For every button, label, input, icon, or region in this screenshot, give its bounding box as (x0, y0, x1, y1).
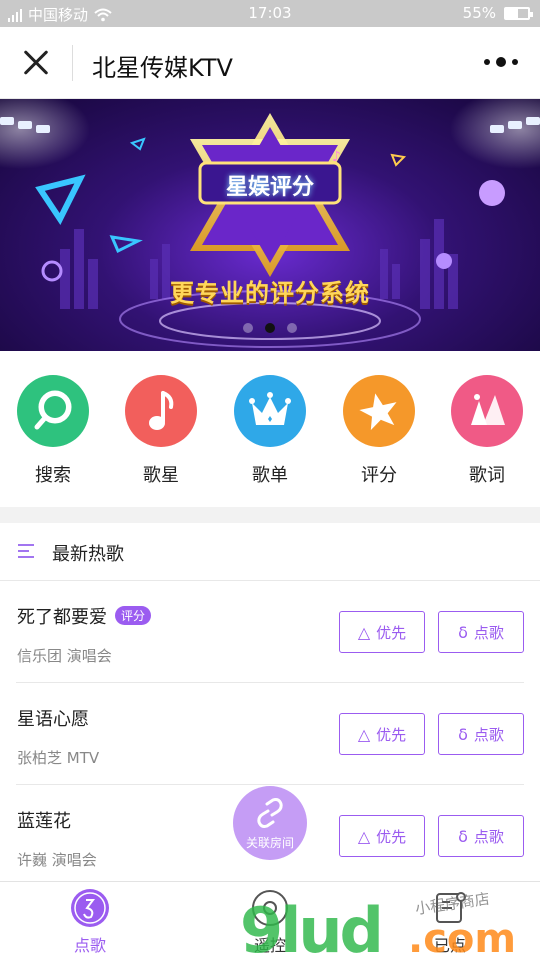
priority-icon: △ (357, 724, 371, 744)
navigation-header: 北星传媒KTV (0, 27, 540, 99)
banner-subtitle: 更专业的评分系统 (170, 279, 370, 307)
priority-button[interactable]: △ 优先 (339, 713, 425, 755)
quick-label-playlist: 歌单 (252, 465, 288, 486)
banner-pagination (0, 323, 540, 333)
watermark: 9lud .com 小程序商店 (238, 888, 538, 960)
svg-text:.com: .com (408, 916, 516, 960)
order-song-button[interactable]: δ 点歌 (438, 611, 524, 653)
tab-order-label: 点歌 (73, 936, 106, 955)
app-screen: 中国移动 17:03 55% 北星传媒KTV ♪ 星娱评分 更专业的评分系统 搜… (0, 0, 540, 960)
quick-item-score[interactable]: 评分 (342, 375, 416, 487)
svg-text:♪: ♪ (332, 149, 341, 165)
music-note-tab-icon (70, 888, 110, 928)
priority-label: 优先 (376, 725, 407, 744)
quick-item-playlist[interactable]: 歌单 (233, 375, 307, 487)
song-title: 蓝莲花 (17, 811, 71, 832)
order-label: 点歌 (473, 623, 504, 642)
lyrics-icon (451, 375, 523, 447)
star-icon (343, 375, 415, 447)
priority-label: 优先 (376, 623, 407, 642)
status-bar: 中国移动 17:03 55% (0, 0, 540, 27)
song-artist: 信乐团 演唱会 (17, 647, 112, 665)
more-options-icon[interactable] (484, 57, 518, 67)
svg-text:9lud: 9lud (240, 894, 381, 960)
priority-icon: △ (357, 622, 371, 642)
priority-button[interactable]: △ 优先 (339, 815, 425, 857)
order-song-button[interactable]: δ 点歌 (438, 713, 524, 755)
close-icon[interactable] (22, 49, 50, 77)
song-title: 星语心愿 (17, 709, 89, 730)
quick-label-lyrics: 歌词 (469, 465, 505, 486)
list-item: 星语心愿 张柏芝 MTV △ 优先 δ 点歌 (0, 683, 540, 785)
note-icon: δ (458, 622, 468, 642)
note-icon: δ (458, 724, 468, 744)
hot-songs-header: 最新热歌 (0, 523, 540, 581)
page-title: 北星传媒KTV (92, 54, 233, 82)
priority-icon: △ (357, 826, 371, 846)
link-room-button[interactable]: 关联房间 (233, 786, 307, 860)
pagination-dot[interactable] (287, 323, 297, 333)
clock: 17:03 (248, 4, 292, 22)
song-artist: 许巍 演唱会 (17, 851, 97, 869)
svg-text:小程序商店: 小程序商店 (414, 890, 491, 918)
promo-banner[interactable]: ♪ 星娱评分 更专业的评分系统 (0, 99, 540, 351)
banner-badge-text: 星娱评分 (225, 175, 314, 200)
banner-artwork: ♪ (0, 99, 540, 348)
crown-icon (234, 375, 306, 447)
quick-label-score: 评分 (361, 465, 397, 486)
link-room-label: 关联房间 (245, 836, 294, 850)
note-icon: δ (458, 826, 468, 846)
link-icon (257, 798, 283, 828)
quick-menu: 搜索 歌星 歌单 评分 歌词 (0, 351, 540, 507)
search-icon (17, 375, 89, 447)
pagination-dot[interactable] (243, 323, 253, 333)
quick-label-search: 搜索 (35, 465, 71, 486)
tab-order[interactable]: 点歌 (50, 888, 130, 956)
song-title-text: 死了都要爱 (17, 607, 107, 628)
hot-songs-title: 最新热歌 (52, 544, 124, 565)
quick-label-singer: 歌星 (143, 465, 179, 486)
quick-item-search[interactable]: 搜索 (16, 375, 90, 487)
song-title: 死了都要爱 评分 (17, 603, 152, 629)
priority-label: 优先 (376, 827, 407, 846)
battery-percent: 55% (462, 4, 496, 22)
song-artist: 张柏芝 MTV (17, 749, 100, 767)
quick-item-singer[interactable]: 歌星 (124, 375, 198, 487)
order-song-button[interactable]: δ 点歌 (438, 815, 524, 857)
battery-icon (504, 6, 533, 20)
list-menu-icon (18, 544, 34, 562)
pagination-dot[interactable] (265, 323, 275, 333)
list-item: 死了都要爱 评分 信乐团 演唱会 △ 优先 δ 点歌 (0, 581, 540, 683)
order-label: 点歌 (473, 827, 504, 846)
music-note-icon (125, 375, 197, 447)
score-tag: 评分 (115, 606, 152, 625)
order-label: 点歌 (473, 725, 504, 744)
quick-item-lyrics[interactable]: 歌词 (450, 375, 524, 487)
header-divider (72, 45, 73, 81)
priority-button[interactable]: △ 优先 (339, 611, 425, 653)
